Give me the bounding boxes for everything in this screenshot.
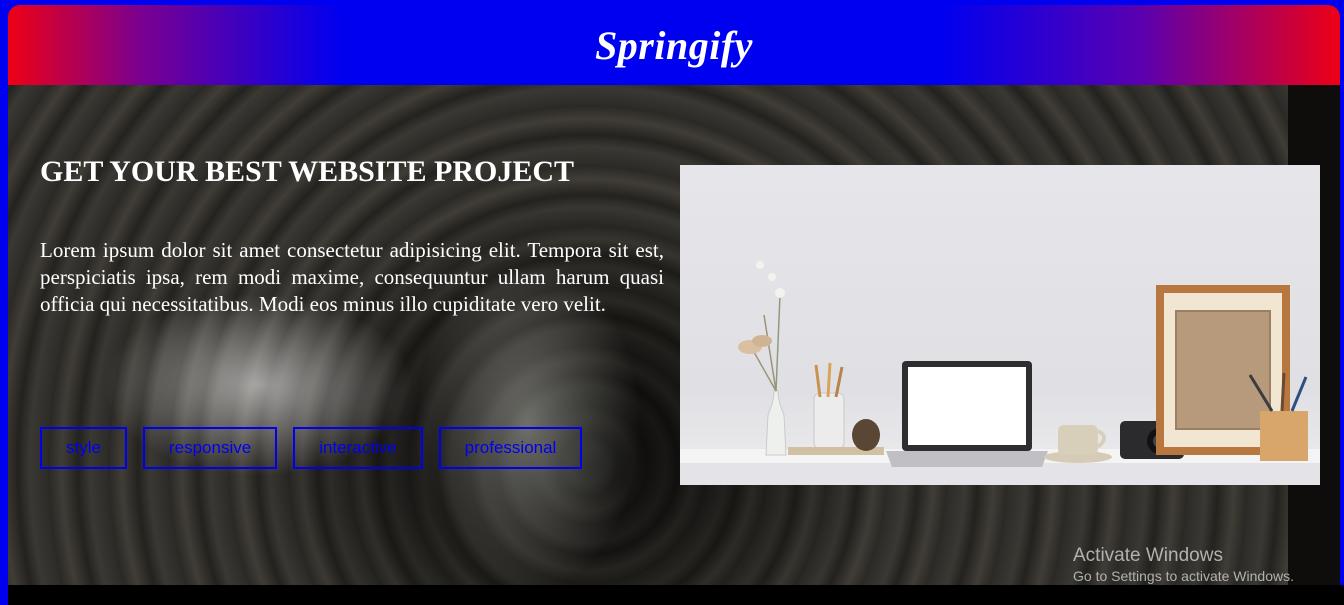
watermark-subtitle: Go to Settings to activate Windows. [1073, 568, 1294, 584]
watermark-title: Activate Windows [1073, 545, 1223, 566]
hero-section: GET YOUR BEST WEBSITE PROJECT Lorem ipsu… [8, 85, 1340, 585]
tag-button-style[interactable]: style [40, 427, 127, 469]
site-header: Springify [8, 5, 1340, 85]
tag-button-responsive[interactable]: responsive [142, 427, 278, 469]
workspace-photo [680, 165, 1320, 485]
hero-headline: GET YOUR BEST WEBSITE PROJECT [40, 155, 575, 188]
hero-description: Lorem ipsum dolor sit amet consectetur a… [40, 238, 664, 316]
tag-list: style responsive interactive professiona… [40, 427, 583, 469]
workspace-illustration [680, 261, 1320, 485]
bottom-bar [8, 585, 1344, 605]
page-frame: Springify GET YOUR BEST WEBSITE PROJECT … [0, 0, 1344, 605]
activate-windows-watermark: Activate Windows Go to Settings to activ… [1073, 545, 1294, 585]
brand-logo[interactable]: Springify [595, 22, 753, 69]
tag-button-professional[interactable]: professional [438, 427, 583, 469]
tag-button-interactive[interactable]: interactive [293, 427, 423, 469]
